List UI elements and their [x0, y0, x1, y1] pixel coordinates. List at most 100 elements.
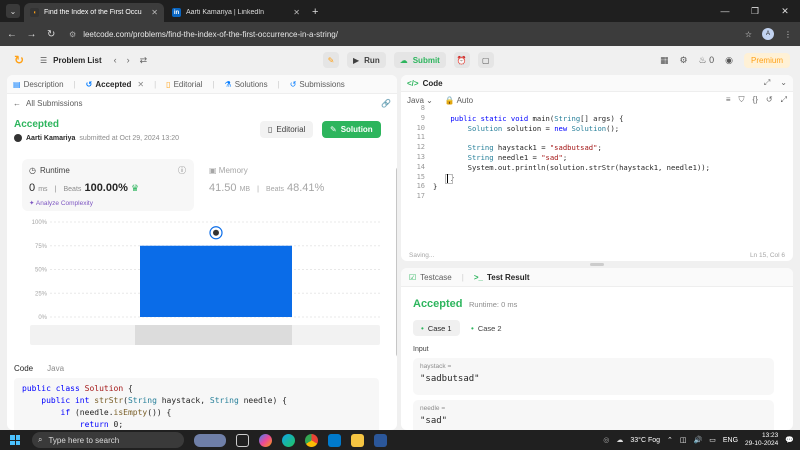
network-icon[interactable]: ◫ [680, 436, 687, 444]
weather-icon[interactable]: ☁ [616, 436, 623, 444]
tray-expand-icon[interactable]: ⌃ [667, 436, 673, 444]
line-number: 15 [416, 172, 425, 181]
tab-solutions[interactable]: ⚗ Solutions [225, 80, 268, 89]
volume-icon[interactable]: 🔊 [694, 436, 703, 444]
profile-avatar[interactable]: A [762, 28, 774, 40]
solution-button[interactable]: ✎ Solution [322, 121, 381, 138]
tab-search-button[interactable]: ⌄ [6, 4, 20, 18]
edge-icon[interactable] [282, 433, 295, 447]
edit-icon: ✎ [330, 125, 337, 134]
input-language[interactable]: ENG [723, 437, 738, 444]
notes-icon[interactable]: ▢ [477, 52, 494, 68]
system-clock[interactable]: 13:23 29-10-2024 [745, 432, 778, 448]
close-tab-icon[interactable]: ✕ [293, 8, 300, 17]
close-tab-icon[interactable]: ✕ [151, 8, 158, 17]
info-icon[interactable]: ⓘ [178, 165, 186, 176]
case-label: Case 2 [477, 323, 502, 333]
leetcode-logo-icon[interactable]: ↻ [12, 53, 26, 67]
reset-icon[interactable]: ↺ [766, 95, 773, 105]
news-widget-icon[interactable] [194, 433, 226, 447]
file-explorer-icon[interactable] [351, 433, 364, 447]
copilot-icon[interactable] [259, 433, 272, 447]
task-view-icon[interactable] [236, 433, 249, 447]
tab-testcase[interactable]: ☑ Testcase [409, 273, 452, 282]
editorial-button[interactable]: ▯ Editorial [260, 121, 314, 138]
runtime-card[interactable]: ◷ Runtime ⓘ 0 ms | Beats 100.00% ♛ ✦ Anal… [22, 159, 194, 211]
site-info-icon[interactable]: ⚙ [69, 30, 76, 39]
vscode-icon[interactable] [328, 433, 341, 447]
cursor-position: Ln 15, Col 6 [749, 251, 785, 259]
timer-icon[interactable]: ⏰ [453, 52, 470, 68]
weather-text[interactable]: 33°C Fog [630, 437, 660, 444]
code-line: public int strStr(String haystack, Strin… [41, 396, 287, 405]
memory-card-title[interactable]: ▣ Memory [209, 166, 248, 175]
notifications-icon[interactable]: 💬 [785, 436, 794, 444]
reload-icon[interactable]: ↻ [43, 29, 59, 40]
browser-tab-linkedin[interactable]: in Aarti Kamariya | LinkedIn ✕ [166, 3, 306, 22]
y-tick-label: 25% [35, 291, 48, 297]
line-number: 17 [416, 192, 425, 201]
premium-button[interactable]: Premium [743, 52, 790, 68]
taskbar-search[interactable]: ⌕ Type here to search [32, 432, 184, 448]
layout-icon[interactable]: ▦ [660, 55, 669, 66]
restore-icon[interactable]: ❐ [740, 6, 770, 17]
analyze-complexity-link[interactable]: ✦ Analyze Complexity [29, 199, 93, 207]
runtime-bar[interactable] [140, 245, 292, 317]
panel-resize-handle[interactable] [590, 263, 604, 266]
run-button[interactable]: ▶ Run [347, 52, 386, 68]
submission-status: Accepted [14, 119, 60, 130]
code-editor[interactable]: 89 public static void main(String[] args… [401, 104, 793, 248]
format-icon[interactable]: ≡ [726, 95, 731, 105]
chatgpt-tray-icon[interactable]: ◎ [603, 436, 609, 444]
search-placeholder: Type here to search [48, 435, 120, 445]
tab-editorial[interactable]: ▯ Editorial [166, 80, 202, 89]
auto-mode-toggle[interactable]: 🔒 Auto [445, 96, 473, 105]
prev-problem-icon[interactable]: ‹ [114, 55, 117, 66]
chrome-icon[interactable] [305, 433, 318, 447]
back-icon[interactable]: ← [4, 29, 20, 40]
expand-icon[interactable]: ⤢ [764, 78, 770, 88]
braces-icon[interactable]: {} [753, 95, 758, 105]
settings-gear-icon[interactable]: ⚙ [679, 55, 687, 66]
left-tabs: ▤ Description | ↺ Accepted ✕ | ▯ Editorial |… [7, 75, 397, 94]
tab-submissions[interactable]: ↺ Submissions [290, 80, 345, 89]
fullscreen-icon[interactable]: ⤢ [781, 95, 787, 105]
play-icon: ▶ [353, 55, 360, 65]
tab-description[interactable]: ▤ Description [13, 80, 64, 89]
browser-menu-icon[interactable]: ⋮ [784, 30, 792, 39]
word-icon[interactable] [374, 433, 387, 447]
case-1-tab[interactable]: • Case 1 [413, 320, 460, 336]
shuffle-icon[interactable]: ⇄ [140, 55, 148, 66]
all-submissions-link[interactable]: ← All Submissions 🔗 [7, 94, 397, 112]
user-avatar[interactable]: ◉ [725, 55, 733, 66]
next-problem-icon[interactable]: › [127, 55, 130, 66]
code-line: } [433, 182, 438, 192]
problem-list-button[interactable]: ☰ Problem List [40, 56, 102, 65]
tab-accepted[interactable]: ↺ Accepted ✕ [86, 80, 144, 89]
left-scrollbar[interactable] [396, 167, 397, 357]
beats-separator: | [54, 186, 57, 193]
chart-range-selector[interactable] [135, 325, 292, 345]
bookmark-star-icon[interactable]: ☆ [745, 30, 752, 39]
bookmark-icon[interactable]: ⛉ [739, 95, 745, 105]
case-2-tab[interactable]: • Case 2 [463, 320, 510, 336]
submit-button[interactable]: ☁ Submit [393, 52, 446, 68]
submitted-code[interactable]: public class Solution { public int strSt… [14, 378, 379, 430]
code-editor-panel: </> Code ⤢ ⌄ Java ⌄ 🔒 Auto ≡ ⛉ {} ↺ ⤢ 89… [401, 75, 793, 261]
window-controls: — ❐ ✕ [710, 0, 800, 22]
streak-fire-icon[interactable]: ♨ 0 [699, 55, 715, 66]
windows-start-icon[interactable] [10, 435, 20, 445]
forward-icon[interactable]: → [24, 29, 40, 40]
close-tab-icon[interactable]: ✕ [137, 80, 144, 89]
new-tab-button[interactable]: + [312, 6, 318, 18]
battery-icon[interactable]: ▭ [709, 436, 716, 444]
browser-tab-leetcode[interactable]: ◖ Find the Index of the First Occu ✕ [24, 3, 164, 22]
share-link-icon[interactable]: 🔗 [381, 99, 391, 108]
author-name[interactable]: Aarti Kamariya [26, 135, 75, 142]
close-window-icon[interactable]: ✕ [770, 6, 800, 17]
url-field[interactable]: ⚙ leetcode.com/problems/find-the-index-o… [69, 25, 745, 43]
minimize-icon[interactable]: — [710, 6, 740, 16]
tab-test-result[interactable]: >_ Test Result [474, 273, 530, 282]
debug-icon[interactable]: ✎ [323, 52, 339, 68]
collapse-icon[interactable]: ⌄ [780, 78, 787, 88]
